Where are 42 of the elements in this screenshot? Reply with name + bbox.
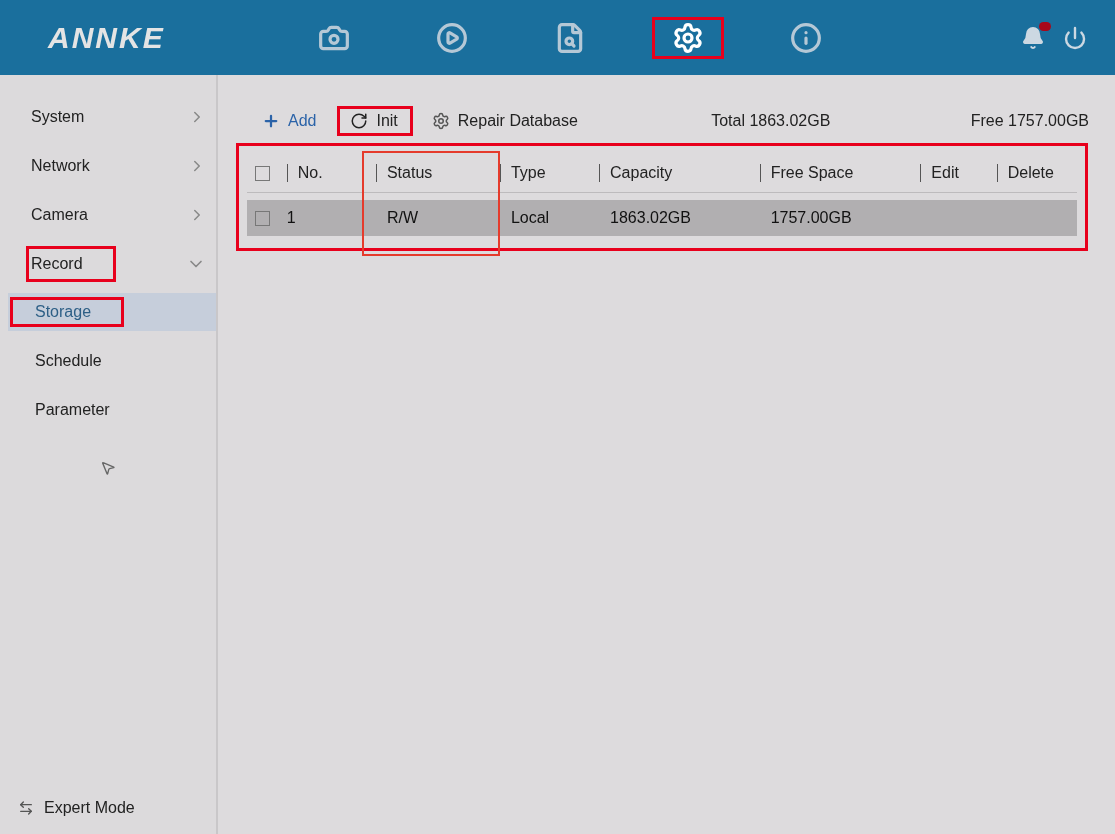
column-header[interactable]: Status: [386, 164, 433, 182]
column-header[interactable]: Delete: [1007, 164, 1054, 182]
power-button[interactable]: [1063, 25, 1087, 50]
expert-mode-link[interactable]: Expert Mode: [44, 799, 135, 817]
menu-item[interactable]: Record: [26, 245, 116, 282]
column-header[interactable]: Type: [510, 164, 546, 182]
bell-icon: [1021, 25, 1045, 50]
selected-submenu-row[interactable]: Storage: [8, 293, 216, 331]
settings-icon: [672, 21, 704, 54]
table-cell: Local: [499, 200, 600, 236]
info-icon: [790, 21, 822, 54]
swap-icon: [18, 800, 34, 816]
init-button[interactable]: Init: [337, 106, 413, 136]
menu-item[interactable]: Camera: [26, 196, 121, 233]
power-icon: [1063, 25, 1087, 50]
add-button[interactable]: Add: [249, 106, 332, 136]
column-header[interactable]: No.: [297, 164, 323, 182]
column-header[interactable]: Capacity: [610, 164, 673, 182]
total-capacity: Total 1863.02GB: [711, 112, 831, 130]
cursor-icon: [100, 460, 116, 476]
submenu-item[interactable]: Parameter: [10, 395, 143, 425]
table-cell: 1863.02GB: [599, 200, 760, 236]
row-checkbox[interactable]: [255, 210, 270, 226]
free-capacity: Free 1757.00GB: [970, 112, 1089, 130]
notification-button[interactable]: [1021, 25, 1045, 50]
menu-item[interactable]: System: [26, 98, 118, 135]
settings-tab[interactable]: [652, 16, 724, 59]
table-cell: R/W: [375, 200, 500, 236]
submenu-item[interactable]: Schedule: [10, 346, 135, 376]
column-header[interactable]: Free Space: [770, 164, 854, 182]
column-header[interactable]: Edit: [931, 164, 959, 182]
menu-item[interactable]: Network: [26, 147, 123, 184]
logo: ANNKE: [48, 20, 166, 55]
repair-button[interactable]: Repair Database: [418, 106, 593, 136]
rotate-icon: [350, 112, 369, 130]
play-circle-icon: [436, 21, 468, 54]
table-cell: 1: [286, 200, 376, 236]
submenu-item[interactable]: Storage: [10, 297, 125, 327]
table-cell: 1757.00GB: [759, 200, 921, 236]
select-all-checkbox[interactable]: [255, 165, 270, 181]
settings-icon: [431, 112, 450, 130]
plus-icon: [262, 112, 280, 130]
